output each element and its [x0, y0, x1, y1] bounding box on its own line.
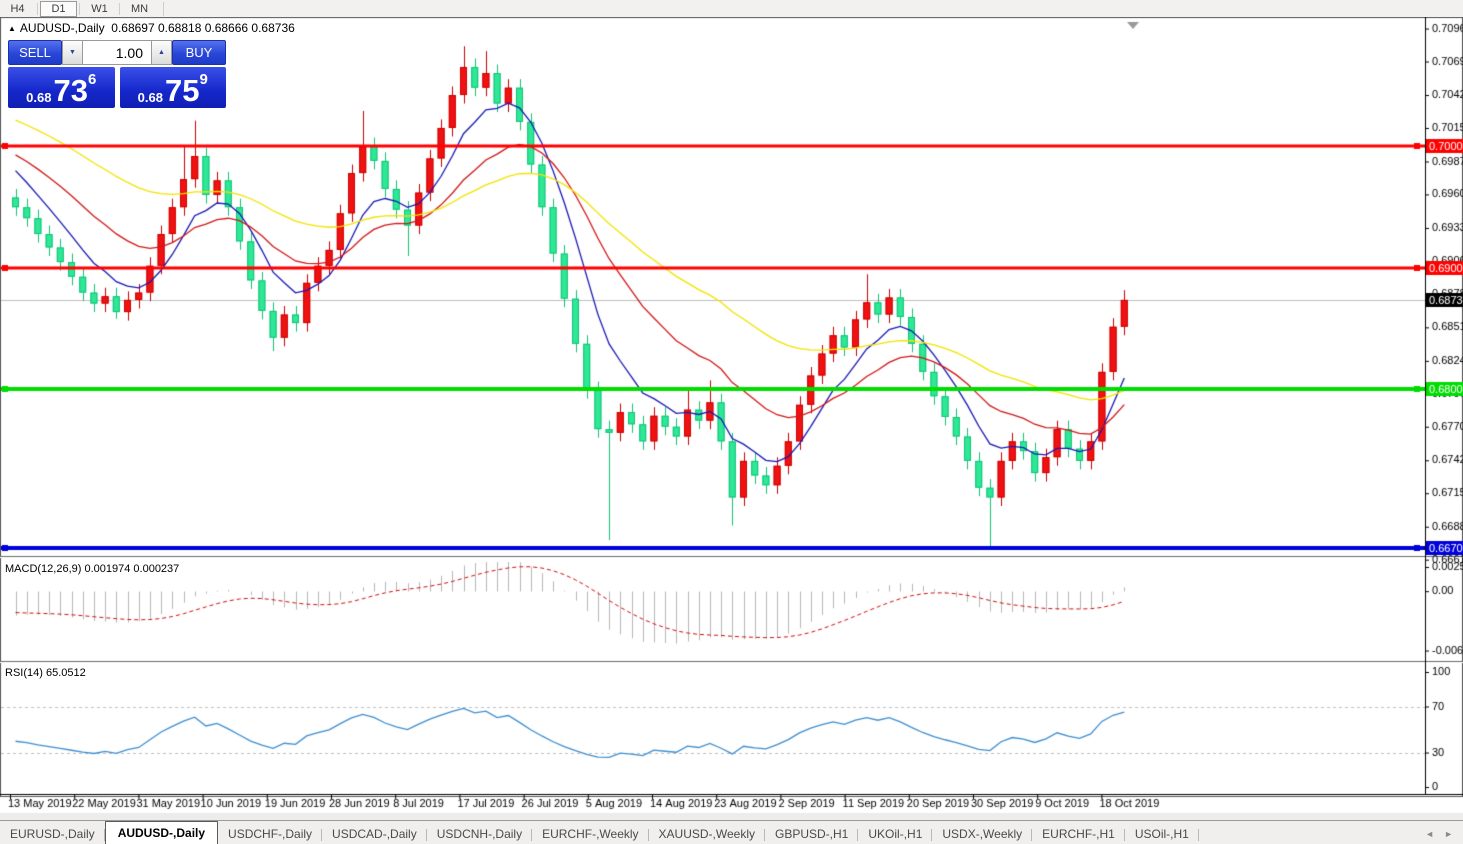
macd-indicator-label: MACD(12,26,9) 0.001974 0.000237 — [5, 563, 180, 575]
chart-tabbar: EURUSD-,Daily AUDUSD-,Daily USDCHF-,Dail… — [0, 820, 1463, 844]
toolbar-separator — [79, 2, 80, 15]
timeframe-h4-button[interactable]: H4 — [0, 1, 35, 16]
trading-terminal: H4 D1 W1 MN ▲ AUDUSD-,Daily 0.68697 0.688… — [0, 0, 1463, 844]
buy-price-pip-digit: 9 — [199, 71, 208, 88]
tab-usoil-h1[interactable]: USOil-,H1 — [1125, 824, 1199, 844]
tab-ukoil-h1[interactable]: UKOil-,H1 — [858, 824, 933, 844]
tab-eurchf-h1[interactable]: EURCHF-,H1 — [1032, 824, 1125, 844]
tab-usdchf-daily[interactable]: USDCHF-,Daily — [218, 824, 323, 844]
tab-usdcnh-daily[interactable]: USDCNH-,Daily — [427, 824, 533, 844]
tab-usdcad-daily[interactable]: USDCAD-,Daily — [322, 824, 427, 844]
buy-button[interactable]: BUY — [172, 40, 226, 65]
symbol-ohlc-values: 0.68697 0.68818 0.68666 0.68736 — [111, 21, 295, 35]
tab-eurchf-weekly[interactable]: EURCHF-,Weekly — [532, 824, 649, 844]
volume-increase-button[interactable]: ▲ — [151, 40, 172, 65]
timeframe-toolbar: H4 D1 W1 MN — [0, 0, 1463, 18]
collapse-triangle-icon[interactable]: ▲ — [8, 24, 16, 33]
volume-input[interactable]: 1.00 — [83, 40, 151, 65]
tab-xauusd-weekly[interactable]: XAUUSD-,Weekly — [649, 824, 766, 844]
tab-usdx-weekly[interactable]: USDX-,Weekly — [932, 824, 1032, 844]
tab-scroll-left-icon[interactable]: ◄ — [1425, 829, 1434, 839]
sell-price-display[interactable]: 0.68 73 6 — [8, 67, 115, 108]
sell-button[interactable]: SELL — [8, 40, 62, 65]
buy-price-prefix: 0.68 — [137, 90, 163, 105]
tab-eurusd-daily[interactable]: EURUSD-,Daily — [0, 824, 105, 844]
toolbar-separator — [119, 2, 120, 15]
tab-audusd-daily[interactable]: AUDUSD-,Daily — [104, 821, 219, 844]
sell-price-prefix: 0.68 — [26, 90, 52, 105]
price-chart-canvas[interactable] — [0, 17, 1463, 820]
chart-window: ▲ AUDUSD-,Daily 0.68697 0.68818 0.68666 0… — [0, 17, 1463, 820]
volume-decrease-button[interactable]: ▼ — [62, 40, 83, 65]
symbol-name: AUDUSD-,Daily — [19, 21, 105, 35]
buy-price-big-digits: 75 — [164, 73, 200, 108]
rsi-indicator-label: RSI(14) 65.0512 — [5, 667, 86, 679]
timeframe-mn-button[interactable]: MN — [122, 1, 157, 16]
toolbar-separator — [163, 1, 164, 16]
one-click-trade-panel: SELL ▼ 1.00 ▲ BUY 0.68 73 6 0.68 75 9 — [8, 40, 226, 108]
chart-symbol-title: ▲ AUDUSD-,Daily 0.68697 0.68818 0.68666 0… — [8, 21, 295, 35]
toolbar-separator — [37, 2, 38, 15]
sell-price-pip-digit: 6 — [87, 71, 97, 88]
timeframe-w1-button[interactable]: W1 — [82, 1, 117, 16]
tab-scroll-right-icon[interactable]: ► — [1444, 829, 1453, 839]
tab-gbpusd-h1[interactable]: GBPUSD-,H1 — [765, 824, 859, 844]
tab-scroll-nav: ◄ ► — [1425, 829, 1463, 844]
sell-price-big-digits: 73 — [53, 73, 88, 108]
buy-price-display[interactable]: 0.68 75 9 — [119, 67, 226, 108]
timeframe-d1-button[interactable]: D1 — [40, 0, 77, 17]
